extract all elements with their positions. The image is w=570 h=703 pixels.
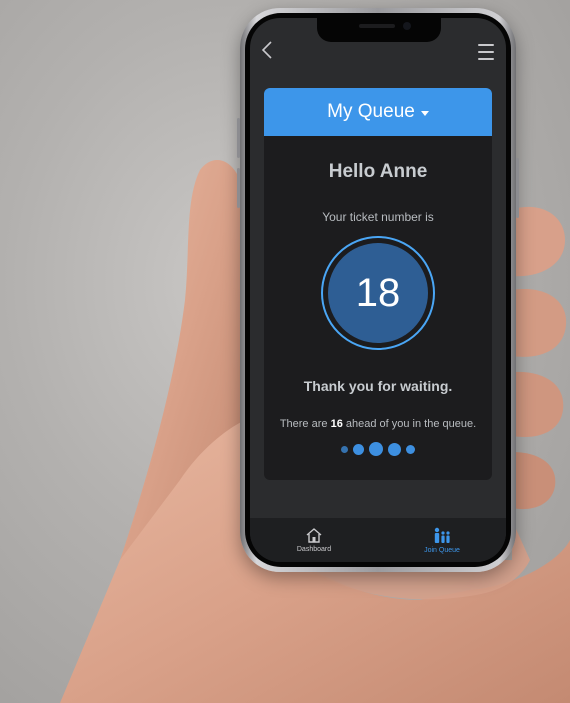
home-icon [306, 527, 322, 543]
ticket-label: Your ticket number is [322, 210, 434, 224]
queue-text-before: There are [279, 418, 328, 430]
people-queue-icon [434, 527, 450, 543]
ticket-number: 18 [328, 243, 428, 343]
volume-button [237, 118, 240, 158]
queue-card: My Queue Hello Anne Your ticket number i… [264, 88, 492, 480]
loading-dot [388, 442, 401, 456]
tab-dashboard[interactable]: Dashboard [250, 518, 378, 562]
back-button[interactable] [260, 40, 280, 64]
queue-ahead-count: 16 [330, 418, 343, 430]
loading-dot [353, 443, 364, 455]
ticket-badge: 18 [321, 236, 435, 350]
hamburger-line [478, 58, 494, 60]
phone-device: My Queue Hello Anne Your ticket number i… [237, 8, 519, 572]
tab-label: Dashboard [296, 545, 332, 553]
menu-button[interactable] [478, 44, 494, 60]
tab-join-queue[interactable]: Join Queue [378, 518, 506, 562]
caret-down-icon [420, 110, 429, 116]
speaker [359, 24, 395, 28]
queue-position-text: There are 16 ahead of you in the queue. [264, 418, 492, 430]
greeting: Hello Anne [328, 161, 428, 182]
queue-dropdown[interactable]: My Queue [264, 88, 492, 136]
bottom-tab-bar: Dashboard Join Queue [250, 518, 506, 562]
notch [317, 18, 441, 42]
loading-dot [341, 445, 348, 453]
loading-dot [369, 442, 383, 456]
power-button [516, 158, 519, 218]
volume-button [237, 168, 240, 208]
hamburger-line [478, 51, 494, 53]
tab-label: Join Queue [424, 546, 460, 554]
queue-title: My Queue [327, 101, 415, 122]
chevron-left-icon [261, 41, 272, 59]
phone-screen: My Queue Hello Anne Your ticket number i… [250, 18, 506, 562]
camera [403, 22, 411, 30]
hamburger-icon [478, 44, 494, 46]
loading-dot [406, 444, 415, 454]
thanks-message: Thank you for waiting. [303, 378, 453, 394]
queue-text-after: ahead of you in the queue. [345, 418, 477, 430]
loading-dots [264, 442, 492, 456]
